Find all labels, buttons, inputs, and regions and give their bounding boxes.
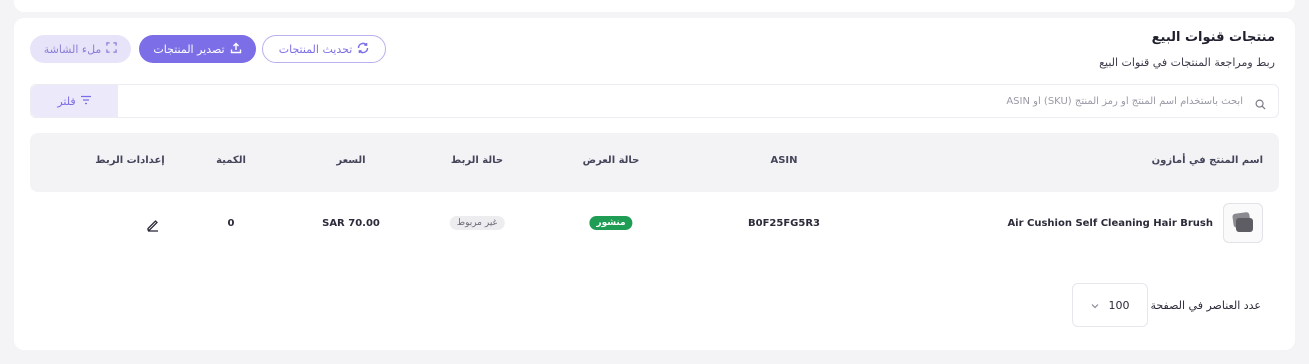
table-row: Air Cushion Self Cleaning Hair Brush B0F… [30,196,1279,258]
export-products-button[interactable]: تصدير المنتجات [139,35,256,63]
column-header-price[interactable]: السعر [336,155,365,166]
export-label: تصدير المنتجات [153,42,225,56]
page-title: منتجات قنوات البيع [1151,30,1275,45]
items-per-page-label: عدد العناصر في الصفحة [1150,299,1261,312]
search-bar: فلتر [30,84,1279,118]
edit-pencil-icon[interactable] [146,217,160,236]
page-subtitle: ربط ومراجعة المنتجات في قنوات البيع [1099,56,1275,69]
column-header-asin[interactable]: ASIN [770,155,797,166]
refresh-products-button[interactable]: تحديث المنتجات [262,35,386,63]
refresh-label: تحديث المنتجات [278,42,353,56]
sales-channel-products-card: منتجات قنوات البيع ربط ومراجعة المنتجات … [14,18,1295,350]
filter-button[interactable]: فلتر [31,85,118,117]
display-status-badge: منشور [589,216,633,230]
column-header-display-status[interactable]: حالة العرض [583,155,640,166]
product-price: SAR 70.00 [322,218,380,229]
top-card-strip [14,0,1295,12]
search-icon [1255,95,1266,114]
items-per-page-select[interactable]: 100 [1072,283,1148,327]
product-quantity: 0 [227,218,235,229]
link-status-badge: غير مربوط [449,216,505,230]
expand-icon [106,42,118,56]
fullscreen-label: ملء الشاشة [43,42,102,56]
chevron-down-icon [1091,299,1099,312]
product-thumbnail [1223,203,1263,243]
refresh-icon [357,42,369,57]
items-per-page-value: 100 [1108,298,1130,312]
fullscreen-button[interactable]: ملء الشاشة [30,35,131,63]
column-header-product[interactable]: اسم المنتج في أمازون [1152,155,1263,166]
filter-icon [80,95,92,108]
table-header: اسم المنتج في أمازون ASIN حالة العرض حال… [30,133,1279,192]
filter-label: فلتر [57,94,76,108]
product-asin: B0F25FG5R3 [748,218,820,229]
column-header-link-settings[interactable]: إعدادات الربط [95,155,164,166]
column-header-quantity[interactable]: الكمية [216,155,246,166]
product-name[interactable]: Air Cushion Self Cleaning Hair Brush [1007,218,1213,229]
column-header-link-status[interactable]: حالة الربط [451,155,503,166]
search-input[interactable] [127,86,1245,116]
upload-icon [230,42,242,57]
